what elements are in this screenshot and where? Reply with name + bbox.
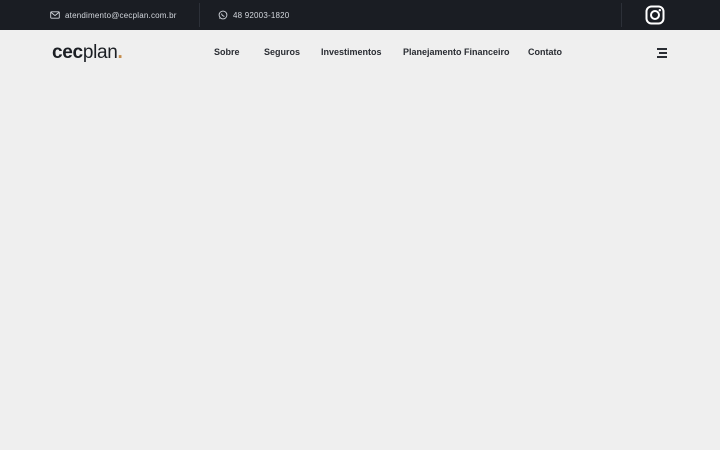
email-link[interactable]: atendimento@cecplan.com.br [50, 0, 177, 30]
mail-icon [50, 10, 60, 20]
main-header: cec plan. Sobre Seguros Investimentos Pla… [0, 30, 720, 76]
logo-text-bold: cec [52, 42, 83, 63]
nav-item-seguros[interactable]: Seguros [264, 47, 300, 57]
logo-text-light: plan [82, 42, 118, 63]
email-text: atendimento@cecplan.com.br [65, 10, 177, 20]
page-content-area [0, 76, 720, 450]
nav-item-sobre[interactable]: Sobre [214, 47, 240, 57]
top-contact-bar: atendimento@cecplan.com.br 48 92003-1820 [0, 0, 720, 30]
nav-item-planejamento-financeiro[interactable]: Planejamento Financeiro [403, 47, 510, 57]
instagram-icon [645, 5, 665, 25]
phone-text: 48 92003-1820 [233, 10, 290, 20]
topbar-divider [621, 3, 622, 27]
instagram-link[interactable] [645, 5, 665, 25]
nav-item-contato[interactable]: Contato [528, 47, 562, 57]
logo-dot: . [117, 42, 123, 63]
whatsapp-icon [218, 10, 228, 20]
phone-link[interactable]: 48 92003-1820 [218, 0, 289, 30]
hamburger-menu-icon[interactable] [655, 47, 667, 58]
site-logo[interactable]: cec plan. [52, 42, 123, 64]
topbar-divider [199, 3, 200, 27]
nav-item-investimentos[interactable]: Investimentos [321, 47, 382, 57]
